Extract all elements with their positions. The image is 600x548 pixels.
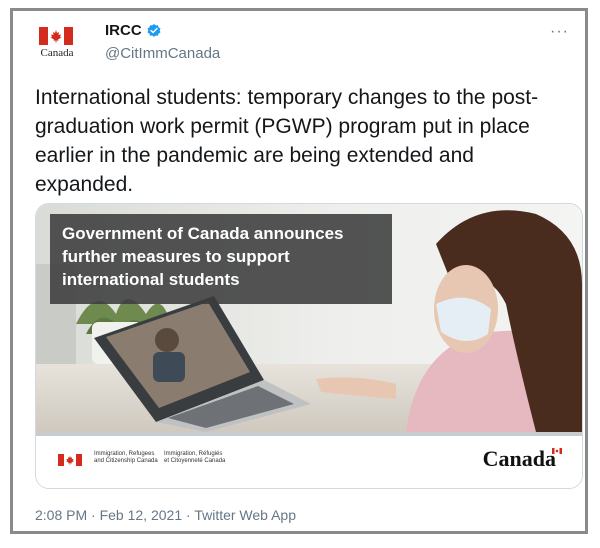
tweet-header: Canada IRCC @CitImmCanada ···	[35, 21, 575, 73]
tweet-text-line: graduation work permit (PGWP) program pu…	[35, 115, 530, 138]
tweet-frame: Canada IRCC @CitImmCanada ··· Internatio…	[10, 8, 588, 534]
tweet-date[interactable]: Feb 12, 2021	[100, 507, 183, 523]
meta-separator: ·	[186, 507, 191, 523]
department-name-en: Immigration, Refugees and Citizenship Ca…	[94, 451, 158, 465]
more-options-icon[interactable]: ···	[550, 23, 569, 41]
department-name-line: et Citoyenneté Canada	[164, 458, 226, 464]
department-name-fr: Immigration, Réfugiés et Citoyenneté Can…	[164, 451, 225, 465]
card-headline-line: further measures to support	[62, 247, 290, 266]
tweet-text-line: earlier in the pandemic are being extend…	[35, 144, 474, 167]
account-avatar[interactable]: Canada	[35, 25, 79, 65]
tweet-time[interactable]: 2:08 PM	[35, 507, 87, 523]
canada-wordmark: Canada	[482, 446, 556, 471]
department-name-line: Immigration, Réfugiés	[164, 451, 223, 457]
canada-flag-icon	[58, 454, 82, 466]
department-name-line: Immigration, Refugees	[94, 451, 155, 457]
name-row: IRCC	[105, 22, 162, 39]
card-headline: Government of Canada announces further m…	[50, 214, 392, 304]
media-card[interactable]: Government of Canada announces further m…	[35, 203, 583, 489]
tweet-text-line: International students: temporary change…	[35, 86, 539, 109]
canada-wordmark: Canada	[40, 47, 74, 59]
tweet-text-line: expanded.	[35, 173, 134, 196]
meta-separator: ·	[91, 507, 96, 523]
verified-badge-icon	[147, 23, 161, 37]
department-name-line: and Citizenship Canada	[94, 458, 158, 464]
tweet-meta: 2:08 PM · Feb 12, 2021 · Twitter Web App	[35, 507, 296, 523]
canada-flag-icon	[39, 27, 73, 45]
card-headline-line: international students	[62, 270, 240, 289]
tweet-text: International students: temporary change…	[35, 83, 575, 199]
card-headline-line: Government of Canada announces	[62, 224, 344, 243]
display-name[interactable]: IRCC	[105, 22, 142, 39]
account-handle[interactable]: @CitImmCanada	[105, 45, 220, 62]
card-footer: Immigration, Refugees and Citizenship Ca…	[36, 436, 582, 488]
tweet-source[interactable]: Twitter Web App	[194, 507, 296, 523]
canada-flag-icon	[552, 448, 562, 454]
